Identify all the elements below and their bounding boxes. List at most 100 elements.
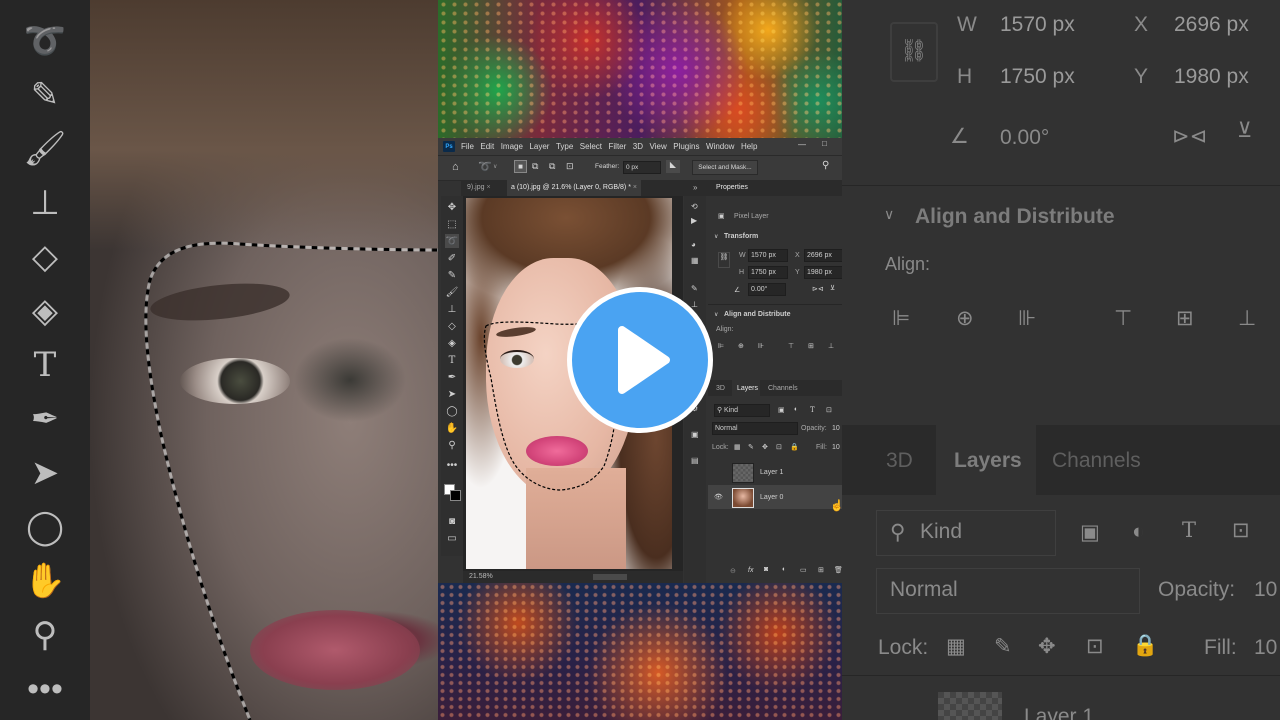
add-mask-icon[interactable]: ◙ — [764, 566, 768, 573]
menu-window[interactable]: Window — [706, 142, 734, 151]
filter-shape-icon[interactable]: ⊡ — [826, 406, 832, 414]
lock-nesting-icon[interactable]: ⊡ — [776, 443, 782, 451]
menu-type[interactable]: Type — [556, 142, 573, 151]
marquee-tool-icon[interactable]: ⬚ — [445, 217, 459, 231]
lock-all-icon-small[interactable]: 🔒 — [790, 443, 799, 451]
delete-layer-icon[interactable]: 🗑 — [834, 566, 842, 574]
actions-icon[interactable]: ▶ — [691, 216, 697, 225]
layer-row[interactable]: Layer 1 — [708, 460, 842, 484]
horizontal-scrollbar[interactable] — [593, 574, 627, 580]
lock-image-icon[interactable]: ✎ — [748, 443, 754, 451]
new-group-icon[interactable]: ▭ — [800, 566, 807, 574]
y-input[interactable]: 1980 px — [804, 266, 842, 279]
ellipse-tool-icon[interactable]: ◯ — [445, 404, 459, 418]
zoom-level[interactable]: 21.58% — [469, 573, 493, 580]
close-icon[interactable]: × — [486, 184, 490, 191]
search-icon-ps[interactable]: ⚲ — [822, 160, 829, 171]
link-layers-icon[interactable]: ⊖ — [730, 567, 736, 575]
menu-edit[interactable]: Edit — [480, 142, 494, 151]
properties-title[interactable]: Properties — [716, 184, 748, 191]
type-tool-icon[interactable]: T — [445, 353, 459, 367]
menu-plugins[interactable]: Plugins — [673, 142, 699, 151]
align-left-icon-small[interactable]: ⊫ — [718, 342, 724, 350]
edit-toolbar-icon[interactable]: ••• — [445, 458, 459, 472]
tab-layers[interactable]: Layers — [737, 385, 758, 392]
clone-source-icon[interactable]: ⊥ — [691, 300, 698, 309]
align-vcenter-icon-small[interactable]: ⊞ — [808, 342, 814, 350]
menu-view[interactable]: View — [650, 142, 667, 151]
select-and-mask-button[interactable]: Select and Mask... — [692, 160, 758, 175]
transform-chevron-icon[interactable]: ∨ — [714, 233, 718, 240]
align-chevron-icon[interactable]: ∨ — [714, 311, 718, 318]
home-icon[interactable]: ⌂ — [452, 161, 459, 173]
flip-vertical-icon[interactable]: ⊻ — [830, 284, 835, 292]
new-selection-icon[interactable]: ■ — [514, 160, 527, 173]
align-top-icon-small[interactable]: ⊤ — [788, 342, 794, 350]
filter-adjust-icon[interactable]: ◐ — [794, 406, 798, 413]
fill-input[interactable]: 10 — [832, 444, 840, 451]
layer-name[interactable]: Layer 0 — [760, 494, 783, 501]
bucket-tool-icon[interactable]: ◈ — [445, 336, 459, 350]
fx-icon[interactable]: fx — [748, 567, 753, 574]
background-color-swatch[interactable] — [450, 490, 461, 501]
tab-3d[interactable]: 3D — [716, 385, 725, 392]
x-input[interactable]: 2696 px — [804, 249, 842, 262]
lock-position-icon[interactable]: ✥ — [762, 443, 768, 451]
menu-filter[interactable]: Filter — [609, 142, 627, 151]
lasso-tool-active-icon[interactable]: ➰ — [445, 234, 459, 248]
tab-channels[interactable]: Channels — [768, 385, 798, 392]
width-input[interactable]: 1570 px — [748, 249, 788, 262]
new-layer-icon[interactable]: ⊞ — [818, 566, 824, 574]
close-icon[interactable]: × — [633, 184, 637, 191]
swatches-icon[interactable]: ▦ — [691, 256, 699, 265]
tab-doc-2[interactable]: a (10).jpg @ 21.6% (Layer 0, RGB/8) * × — [507, 180, 641, 196]
maximize-icon[interactable]: □ — [822, 139, 827, 148]
play-button[interactable] — [567, 287, 713, 433]
pen-tool-icon[interactable]: ✒ — [445, 370, 459, 384]
angle-input[interactable]: 0.00° — [748, 283, 786, 296]
eyedropper-tool-icon[interactable]: ✎ — [445, 268, 459, 282]
more-tabs-icon[interactable]: » — [693, 183, 697, 192]
menu-layer[interactable]: Layer — [529, 142, 549, 151]
add-selection-icon[interactable]: ⧉ — [532, 161, 538, 172]
move-tool-icon[interactable]: ✥ — [445, 200, 459, 214]
tab-doc-1[interactable]: 9).jpg × — [463, 180, 495, 196]
filter-pixel-icon[interactable]: ▣ — [778, 406, 785, 414]
quick-select-icon[interactable]: ✐ — [445, 251, 459, 265]
menu-help[interactable]: Help — [741, 142, 757, 151]
feather-input[interactable]: 0 px — [623, 161, 661, 174]
lock-transparency-icon[interactable]: ▦ — [734, 443, 741, 451]
height-input[interactable]: 1750 px — [748, 266, 788, 279]
layer-name[interactable]: Layer 1 — [760, 469, 783, 476]
layer-row[interactable]: 👁 Layer 0 ☝ — [708, 485, 842, 512]
screen-mode-icon[interactable]: ▭ — [445, 531, 459, 545]
history-icon[interactable]: ⟲ — [691, 202, 698, 211]
hand-tool-icon[interactable]: ✋ — [445, 421, 459, 435]
flip-horizontal-icon[interactable]: ⊳⊲ — [812, 285, 824, 293]
intersect-selection-icon[interactable]: ⊡ — [566, 161, 574, 172]
color-icon[interactable]: ◕ — [691, 240, 696, 249]
layer-filter-select[interactable]: ⚲ Kind — [714, 404, 770, 417]
menu-3d[interactable]: 3D — [633, 142, 643, 151]
brush-tool-icon[interactable]: 🖌 — [445, 285, 459, 299]
eraser-tool-icon[interactable]: ◇ — [445, 319, 459, 333]
brushes-icon[interactable]: ✎ — [691, 284, 698, 293]
path-select-icon[interactable]: ➤ — [445, 387, 459, 401]
align-hcenter-icon-small[interactable]: ⊕ — [738, 342, 744, 350]
quick-mask-icon[interactable]: ◙ — [445, 514, 459, 528]
filter-type-icon[interactable]: T — [810, 406, 815, 414]
menu-file[interactable]: File — [461, 142, 474, 151]
align-bottom-icon-small[interactable]: ⊥ — [828, 342, 834, 350]
subtract-selection-icon[interactable]: ⧉ — [549, 161, 555, 172]
opacity-input[interactable]: 10 — [832, 425, 840, 432]
lasso-tool-icon[interactable]: ➰ — [478, 160, 492, 173]
minimize-icon[interactable]: — — [798, 140, 806, 149]
eye-visibility-icon[interactable]: 👁 — [714, 493, 723, 501]
tool-preset-chevron-icon[interactable]: ∨ — [493, 163, 497, 170]
zoom-tool-icon[interactable]: ⚲ — [445, 438, 459, 452]
menu-image[interactable]: Image — [501, 142, 523, 151]
paths-icon[interactable]: ▤ — [691, 456, 699, 465]
menu-select[interactable]: Select — [580, 142, 602, 151]
anti-alias-icon[interactable]: ◣ — [666, 160, 680, 173]
stamp-tool-icon[interactable]: ⊥ — [445, 302, 459, 316]
